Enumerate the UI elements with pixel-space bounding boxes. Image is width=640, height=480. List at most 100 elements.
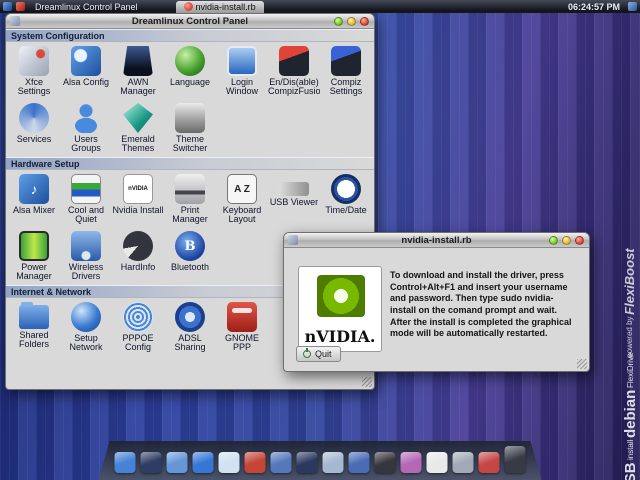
app-theme-switcher[interactable]: Theme Switcher [164,100,216,157]
app-xfce-settings[interactable]: Xfce Settings [8,43,60,100]
pdf-reader-icon[interactable] [244,452,266,473]
app-services[interactable]: Services [8,100,60,157]
close-button[interactable] [575,236,584,245]
network-globe-icon[interactable] [218,452,240,473]
cd-burner-icon[interactable] [322,452,344,473]
app-label: En/Dis(able) CompizFusion [268,77,320,97]
nvidia-dialog-titlebar[interactable]: nvidia-install.rb [284,233,589,248]
dock-shelf [98,441,542,480]
app-awn-manager[interactable]: AWN Manager [112,43,164,100]
adsl-sharing-icon [175,302,205,332]
emerald-themes-icon [123,103,153,133]
app-time-date[interactable]: Time/Date [320,171,372,228]
wireless-drivers-icon [71,231,101,261]
app-label: Users Groups [71,134,101,154]
tray-icon[interactable] [628,2,637,11]
app-emerald-themes[interactable]: Emerald Themes [112,100,164,157]
menu-icon[interactable] [3,2,12,11]
text-editor-icon[interactable] [426,452,448,473]
app-label: Nvidia Install [112,205,164,215]
app-label: Wireless Drivers [68,262,104,282]
app-power-manager[interactable]: Power Manager [8,228,60,285]
graphics-app-icon[interactable] [400,452,422,473]
compiz-settings-icon [331,46,361,76]
control-panel-titlebar[interactable]: Dreamlinux Control Panel [6,14,374,29]
active-window-label[interactable]: Dreamlinux Control Panel [29,2,144,12]
app-label: Language [169,77,211,87]
app-cool-quiet[interactable]: Cool and Quiet [60,171,112,228]
app-bluetooth[interactable]: Bluetooth [164,228,216,285]
app-compiz-settings[interactable]: Compiz Settings [320,43,372,100]
app-label: Emerald Themes [121,134,155,154]
quit-button-label: Quit [315,349,332,359]
minimize-button[interactable] [562,236,571,245]
app-login-window[interactable]: Login Window [216,43,268,100]
app-adsl-sharing[interactable]: ADSL Sharing [164,299,216,356]
theme-switcher-icon [175,103,205,133]
app-wireless-drivers[interactable]: Wireless Drivers [60,228,112,285]
shade-button[interactable] [549,236,558,245]
app-shared-folders[interactable]: Shared Folders [8,299,60,356]
ruby-script-icon [183,2,193,11]
watermark-usb-text: USB [622,462,639,480]
utilities-icon[interactable] [452,452,474,473]
awn-manager-icon [123,46,153,76]
shared-folders-icon [19,302,49,329]
watermark-install-text: install [626,439,635,461]
nvidia-dialog-title: nvidia-install.rb [401,234,472,246]
app-nvidia-install[interactable]: Nvidia Install [112,171,164,228]
app-users-groups[interactable]: Users Groups [60,100,112,157]
audio-player-icon[interactable] [348,452,370,473]
minimize-button[interactable] [347,17,356,26]
web-browser-icon[interactable] [192,452,214,473]
launcher-icon[interactable] [16,2,25,11]
workspace-icon[interactable] [140,452,162,473]
app-language[interactable]: Language [164,43,216,100]
app-usb-viewer[interactable]: USB Viewer [268,171,320,228]
cool-quiet-icon [71,174,101,204]
clock[interactable]: 06:24:57 PM [568,2,624,12]
app-label: Power Manager [16,262,52,282]
app-alsa-config[interactable]: Alsa Config [60,43,112,100]
setup-network-icon [71,302,101,332]
task-tab-label: nvidia-install.rb [195,1,256,12]
resize-grip[interactable] [362,377,372,387]
top-panel: Dreamlinux Control Panel nvidia-install.… [0,0,640,13]
compiz-fusion-icon [279,46,309,76]
dock [98,441,542,480]
app-setup-network[interactable]: Setup Network [60,299,112,356]
app-label: Keyboard Layout [222,205,262,225]
app-label: Cool and Quiet [67,205,105,225]
usb-viewer-icon [279,182,309,196]
task-tab-nvidia-install[interactable]: nvidia-install.rb [175,0,264,13]
shade-button[interactable] [334,17,343,26]
app-label: Shared Folders [18,330,49,350]
app-label: AWN Manager [120,77,156,97]
app-label: Time/Date [325,205,367,215]
browser-swirl-icon[interactable] [270,452,292,473]
music-disc-icon[interactable] [374,452,396,473]
app-label: HardInfo [120,262,156,272]
app-keyboard-layout[interactable]: Keyboard Layout [216,171,268,228]
nvidia-install-dialog: nvidia-install.rb nVIDIA. To download an… [283,232,590,372]
watermark-flexiboost: powered by FlexiBoost [622,248,637,358]
nvidia-dialog-window-icon [288,235,298,245]
close-button[interactable] [360,17,369,26]
eject-panel-icon[interactable] [504,446,526,473]
app-hardinfo[interactable]: HardInfo [112,228,164,285]
app-compiz-fusion[interactable]: En/Dis(able) CompizFusion [268,43,320,100]
quit-button[interactable]: Quit [296,346,341,362]
file-manager-icon[interactable] [166,452,188,473]
package-manager-icon[interactable] [478,452,500,473]
app-alsa-mixer[interactable]: Alsa Mixer [8,171,60,228]
app-pppoe-config[interactable]: PPPOE Config [112,299,164,356]
display-icon[interactable] [114,452,136,473]
nvidia-brand-text: nVIDIA. [304,327,376,346]
section-header: System Configuration [6,29,374,42]
app-label: ADSL Sharing [174,333,206,353]
app-gnome-ppp[interactable]: GNOME PPP [216,299,268,356]
media-player-icon[interactable] [296,452,318,473]
resize-grip[interactable] [577,359,587,369]
app-label: Compiz Settings [329,77,363,97]
app-print-manager[interactable]: Print Manager [164,171,216,228]
